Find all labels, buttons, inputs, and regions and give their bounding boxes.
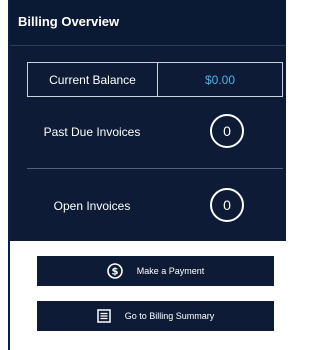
card-header: Billing Overview xyxy=(10,0,286,46)
past-due-invoices-count: 0 xyxy=(210,114,244,148)
current-balance-value: $0.00 xyxy=(204,72,236,87)
stats-divider xyxy=(27,168,283,169)
svg-text:$: $ xyxy=(111,267,118,278)
make-payment-label: Make a Payment xyxy=(136,266,205,276)
current-balance-table: Current Balance $0.00 xyxy=(27,62,283,97)
past-due-invoices-label: Past Due Invoices xyxy=(43,125,141,139)
card-title: Billing Overview xyxy=(18,14,120,29)
current-balance-label: Current Balance xyxy=(28,63,158,96)
dollar-circle-icon: $ xyxy=(106,263,123,279)
open-invoices-label: Open Invoices xyxy=(53,199,131,213)
document-list-icon xyxy=(96,309,111,323)
billing-summary-panel: Billing Overview Current Balance $0.00 P… xyxy=(10,0,286,241)
open-invoices-row: Open Invoices 0 xyxy=(27,176,283,236)
past-due-invoices-row: Past Due Invoices 0 xyxy=(27,102,283,162)
billing-summary-label: Go to Billing Summary xyxy=(124,311,215,321)
billing-summary-button[interactable]: Go to Billing Summary xyxy=(37,301,274,331)
open-invoices-count: 0 xyxy=(210,188,244,222)
billing-overview-card: Billing Overview Current Balance $0.00 P… xyxy=(8,0,286,350)
make-payment-button[interactable]: $ Make a Payment xyxy=(37,256,274,286)
